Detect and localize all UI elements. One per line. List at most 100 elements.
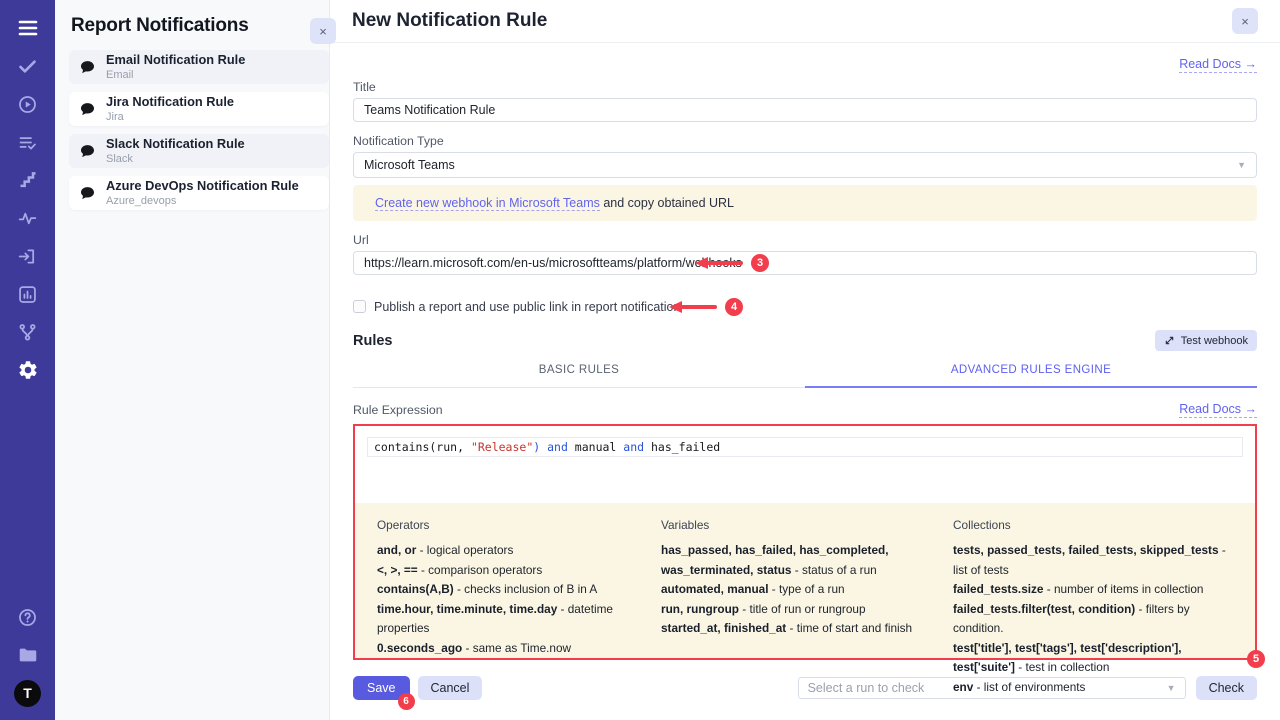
rules-heading: Rules [353, 333, 393, 349]
help-entry: run, rungroup - title of run or rungroup [661, 600, 939, 620]
account-avatar[interactable]: T [0, 674, 55, 712]
annotation-number-5: 5 [1247, 650, 1265, 668]
list-item-azure-devops-rule[interactable]: Azure DevOps Notification Rule Azure_dev… [69, 176, 329, 210]
rail-bottom-group: T [0, 598, 55, 720]
notification-type-value: Microsoft Teams [364, 158, 455, 172]
sidebar-item-runs[interactable] [0, 85, 55, 123]
dialog-title: New Notification Rule [352, 10, 547, 32]
menu-button[interactable] [0, 9, 55, 47]
dialog-header: New Notification Rule × [330, 0, 1280, 43]
panel-header: Report Notifications [55, 0, 329, 50]
rule-expression-code[interactable]: contains(run, "Release") and manual and … [367, 437, 1243, 457]
help-button[interactable] [0, 598, 55, 636]
swap-arrows-icon [1164, 335, 1175, 346]
sidebar-item-insights[interactable] [0, 199, 55, 237]
rules-header-row: Rules Test webhook [353, 330, 1257, 351]
help-column-collections: Collections tests, passed_tests, failed_… [953, 518, 1233, 658]
publish-report-label: Publish a report and use public link in … [374, 300, 680, 314]
webhook-info-banner: Create new webhook in Microsoft Teams an… [353, 185, 1257, 221]
projects-button[interactable] [0, 636, 55, 674]
arrow-shaft [706, 261, 743, 265]
test-webhook-button[interactable]: Test webhook [1155, 330, 1257, 351]
help-entry: time.hour, time.minute, time.day - datet… [377, 600, 647, 639]
annotation-number-6: 6 [398, 693, 415, 710]
check-icon [17, 56, 38, 77]
list-item-email-rule[interactable]: Email Notification Rule Email [69, 50, 329, 84]
speech-bubble-icon [79, 101, 96, 118]
sidebar-item-imports[interactable] [0, 237, 55, 275]
read-docs-link[interactable]: Read Docs → [1179, 57, 1257, 73]
rule-subtitle: Slack [106, 153, 245, 165]
sidebar-item-workflows[interactable] [0, 313, 55, 351]
create-webhook-link[interactable]: Create new webhook in Microsoft Teams [375, 196, 600, 211]
tab-advanced-rules-engine[interactable]: ADVANCED RULES ENGINE [805, 357, 1257, 388]
code-token-keyword: and [623, 440, 644, 454]
rule-subtitle: Azure_devops [106, 195, 299, 207]
expression-help-panel: Operators and, or - logical operators <,… [355, 503, 1255, 658]
annotation-number-4: 4 [725, 298, 743, 316]
app-root: T × Report Notifications Email Notificat… [0, 0, 1280, 720]
cancel-button[interactable]: Cancel [418, 676, 483, 700]
help-entry: failed_tests.size - number of items in c… [953, 580, 1233, 600]
rule-subtitle: Jira [106, 111, 234, 123]
report-notifications-panel: × Report Notifications Email Notificatio… [55, 0, 330, 720]
panel-close-button[interactable]: × [310, 18, 336, 44]
help-entry: has_passed, has_failed, has_completed, w… [661, 541, 939, 580]
bar-chart-icon [17, 284, 38, 305]
list-item-jira-rule[interactable]: Jira Notification Rule Jira [69, 92, 329, 126]
dialog-close-button[interactable]: × [1232, 8, 1258, 34]
annotation-arrow-3: 3 [695, 254, 769, 272]
rule-title: Slack Notification Rule [106, 137, 245, 151]
notification-type-label: Notification Type [353, 134, 1257, 148]
list-item-slack-rule[interactable]: Slack Notification Rule Slack [69, 134, 329, 168]
help-entry: and, or - logical operators [377, 541, 647, 561]
speech-bubble-icon [79, 59, 96, 76]
sidebar-item-milestones[interactable] [0, 161, 55, 199]
url-input[interactable] [353, 251, 1257, 275]
branch-icon [17, 322, 38, 343]
title-input[interactable] [353, 98, 1257, 122]
rule-expression-editor[interactable]: contains(run, "Release") and manual and … [355, 426, 1255, 503]
read-docs-row: Read Docs → [353, 55, 1257, 72]
sidebar-item-settings[interactable] [0, 351, 55, 389]
rule-expression-label: Rule Expression [353, 403, 443, 417]
run-select-placeholder: Select a run to check [808, 681, 925, 695]
new-notification-rule-dialog: New Notification Rule × Read Docs → Titl… [330, 0, 1280, 720]
rule-title: Jira Notification Rule [106, 95, 234, 109]
code-token: contains(run, [374, 440, 471, 454]
sidebar-item-plans[interactable] [0, 123, 55, 161]
arrow-shaft [680, 305, 717, 309]
tab-basic-rules[interactable]: BASIC RULES [353, 357, 805, 387]
save-button[interactable]: Save 6 [353, 676, 410, 700]
play-circle-icon [17, 94, 38, 115]
annotation-highlight-box: contains(run, "Release") and manual and … [353, 424, 1257, 660]
help-icon [17, 607, 38, 628]
help-entry: automated, manual - type of a run [661, 580, 939, 600]
help-column-title: Collections [953, 518, 1233, 532]
code-token: manual [568, 440, 623, 454]
help-column-variables: Variables has_passed, has_failed, has_co… [661, 518, 939, 658]
annotation-arrow-4: 4 [669, 298, 743, 316]
url-field-label: Url [353, 233, 1257, 247]
publish-report-checkbox[interactable] [353, 300, 366, 313]
import-icon [17, 246, 38, 267]
speech-bubble-icon [79, 143, 96, 160]
sidebar-item-tests[interactable] [0, 47, 55, 85]
menu-icon [16, 16, 40, 40]
activity-icon [17, 208, 38, 229]
save-label: Save [367, 681, 396, 695]
speech-bubble-icon [79, 185, 96, 202]
title-field-label: Title [353, 80, 1257, 94]
sidebar-item-reports[interactable] [0, 275, 55, 313]
notification-type-select[interactable]: Microsoft Teams ▼ [353, 152, 1257, 178]
rule-title: Azure DevOps Notification Rule [106, 179, 299, 193]
rules-read-docs-link[interactable]: Read Docs → [1179, 402, 1257, 418]
help-column-title: Variables [661, 518, 939, 532]
webhook-info-text: and copy obtained URL [600, 196, 734, 210]
help-entry: test['title'], test['tags'], test['descr… [953, 639, 1233, 678]
avatar-letter: T [14, 680, 41, 707]
help-column-operators: Operators and, or - logical operators <,… [377, 518, 647, 658]
icon-rail: T [0, 0, 55, 720]
help-entry: env - list of environments [953, 678, 1233, 698]
rule-title: Email Notification Rule [106, 53, 245, 67]
